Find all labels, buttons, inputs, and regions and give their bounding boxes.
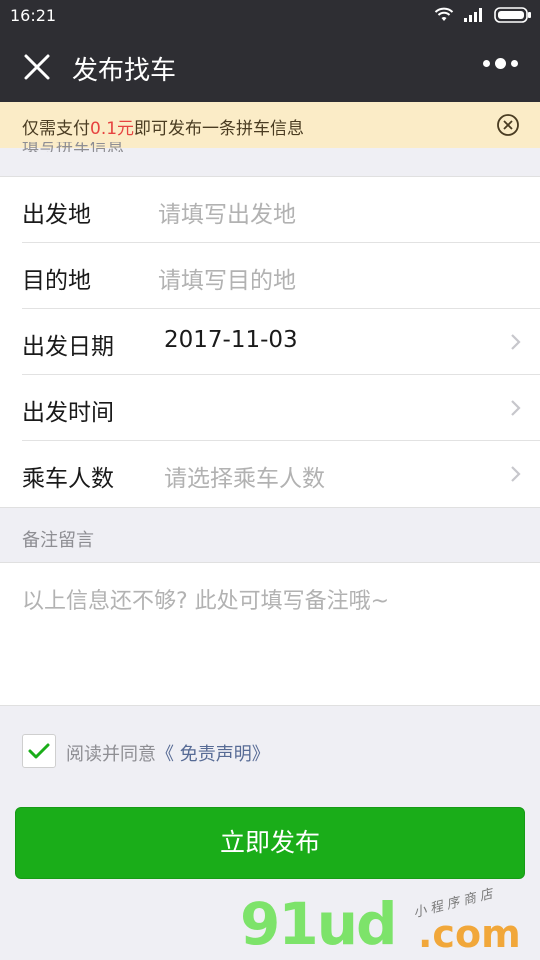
close-icon[interactable] [22,52,52,82]
notice-price: 0.1元 [90,119,135,139]
watermark-brand: 91ud [240,890,398,958]
checkmark-icon [28,743,50,759]
chevron-right-icon [511,334,521,350]
form-row-passengers[interactable]: 乘车人数 请选择乘车人数 [22,441,540,507]
date-label: 出发日期 [22,334,114,360]
remark-placeholder: 以上信息还不够? 此处可填写备注哦~ [22,589,390,614]
more-dot-icon [495,58,506,69]
watermark-tld: .com [418,912,521,956]
status-icons [434,7,532,23]
remark-section-label: 备注留言 [22,530,94,551]
destination-input[interactable]: 请填写目的地 [158,261,296,295]
chevron-right-icon [511,466,521,482]
wifi-icon [434,7,454,21]
section-label-fill-info: 填写拼车信息 [22,142,124,152]
battery-icon [494,7,531,23]
page-title: 发布找车 [72,56,177,86]
form-row-time[interactable]: 出发时间 [22,375,540,441]
agree-checkbox[interactable] [22,734,56,768]
remark-textarea[interactable]: 以上信息还不够? 此处可填写备注哦~ [0,562,540,706]
agree-text: 阅读并同意《 免责声明》 [66,740,270,766]
more-dot-icon [483,60,490,67]
passengers-label: 乘车人数 [22,466,114,492]
form-row-date[interactable]: 出发日期 2017-11-03 [22,309,540,375]
passengers-select[interactable]: 请选择乘车人数 [164,459,325,493]
time-label: 出发时间 [22,400,114,426]
notice-close-icon[interactable] [496,113,520,137]
form-row-departure[interactable]: 出发地 请填写出发地 [22,177,540,243]
departure-label: 出发地 [22,202,91,228]
departure-input[interactable]: 请填写出发地 [158,195,296,229]
more-dot-icon [511,60,518,67]
carpool-form: 出发地 请填写出发地 目的地 请填写目的地 出发日期 2017-11-03 出发… [0,176,540,508]
notice-suffix: 即可发布一条拼车信息 [134,119,305,139]
watermark-logo: 91ud 小程序商店 .com [236,886,536,960]
form-row-destination[interactable]: 目的地 请填写目的地 [22,243,540,309]
status-time: 16:21 [10,6,57,25]
signal-icon [464,8,482,22]
chevron-right-icon [511,400,521,416]
notice-text: 仅需支付0.1元即可发布一条拼车信息 [22,114,304,139]
more-menu-button[interactable] [483,58,518,69]
disclaimer-link[interactable]: 《 免责声明》 [156,744,270,765]
date-value[interactable]: 2017-11-03 [164,327,298,353]
agree-prefix: 阅读并同意 [66,744,156,765]
status-bar: 16:21 [0,0,540,32]
notice-prefix: 仅需支付 [22,119,90,139]
destination-label: 目的地 [22,268,91,294]
nav-bar: 发布找车 [0,32,540,102]
publish-button[interactable]: 立即发布 [15,807,525,879]
